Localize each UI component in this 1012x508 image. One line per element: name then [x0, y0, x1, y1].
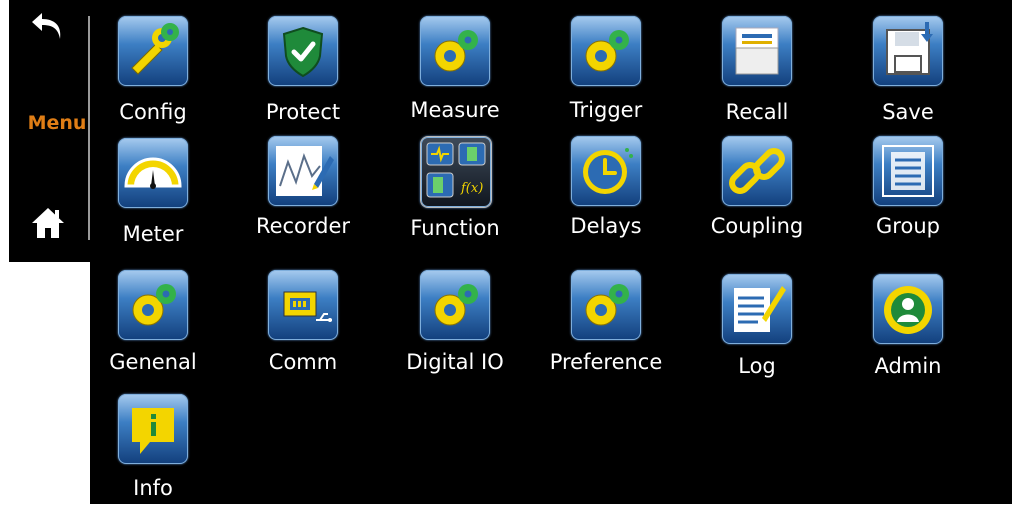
delays-tile[interactable]: Delays	[536, 120, 676, 250]
config-icon	[118, 16, 188, 86]
digital-io-tile[interactable]: Digital IO	[385, 254, 525, 384]
function-label: Function	[410, 216, 500, 240]
meter-label: Meter	[122, 222, 184, 246]
menu-grid: Config Protect Measure Trigger Recall Sa…	[90, 0, 1012, 504]
measure-label: Measure	[410, 98, 500, 122]
preference-label: Preference	[549, 350, 663, 374]
info-icon	[118, 394, 188, 464]
group-frame-icon	[873, 136, 943, 206]
general-tile[interactable]: Genenal	[83, 254, 223, 384]
function-icon: f(x)	[420, 136, 492, 208]
meter-tile[interactable]: Meter	[83, 122, 223, 252]
coupling-tile[interactable]: Coupling	[687, 120, 827, 250]
digital-io-label: Digital IO	[406, 350, 504, 374]
group-label: Group	[876, 214, 940, 238]
back-arrow-icon	[32, 13, 61, 39]
floppy-disk-icon	[873, 16, 943, 86]
user-gear-icon	[873, 274, 943, 344]
recall-tile[interactable]: Recall	[687, 0, 827, 130]
trigger-tile[interactable]: Trigger	[536, 0, 676, 130]
recorder-label: Recorder	[255, 214, 351, 238]
chart-pen-icon	[268, 136, 338, 206]
home-button[interactable]	[25, 202, 71, 244]
log-label: Log	[738, 354, 776, 378]
gear-icon	[571, 16, 641, 86]
coupling-label: Coupling	[710, 214, 804, 238]
sidebar: Menu	[9, 0, 90, 262]
admin-tile[interactable]: Admin	[838, 258, 978, 388]
clock-icon	[571, 136, 641, 206]
gear-icon	[118, 270, 188, 340]
info-tile[interactable]: Info	[83, 378, 223, 508]
comm-label: Comm	[268, 350, 338, 374]
network-usb-icon	[268, 270, 338, 340]
measure-tile[interactable]: Measure	[385, 0, 525, 130]
function-tile[interactable]: f(x) Function	[385, 120, 525, 250]
document-pen-icon	[722, 274, 792, 344]
gear-icon	[420, 16, 490, 86]
home-icon	[32, 208, 64, 238]
protect-tile[interactable]: Protect	[233, 0, 373, 130]
gauge-icon	[118, 138, 188, 208]
recorder-tile[interactable]: Recorder	[233, 120, 373, 250]
general-label: Genenal	[109, 350, 197, 374]
comm-tile[interactable]: Comm	[233, 254, 373, 384]
svg-text:f(x): f(x)	[460, 181, 483, 196]
chain-link-icon	[722, 136, 792, 206]
back-button[interactable]	[25, 6, 71, 46]
shield-icon	[268, 16, 338, 86]
config-tile[interactable]: Config	[83, 0, 223, 130]
gear-icon	[420, 270, 490, 340]
folder-icon	[722, 16, 792, 86]
save-tile[interactable]: Save	[838, 0, 978, 130]
group-tile[interactable]: Group	[838, 120, 978, 250]
config-label: Config	[119, 100, 187, 124]
trigger-label: Trigger	[569, 98, 643, 122]
delays-label: Delays	[570, 214, 642, 238]
gear-icon	[571, 270, 641, 340]
log-tile[interactable]: Log	[687, 258, 827, 388]
preference-tile[interactable]: Preference	[536, 254, 676, 384]
info-label: Info	[133, 476, 173, 500]
admin-label: Admin	[874, 354, 942, 378]
